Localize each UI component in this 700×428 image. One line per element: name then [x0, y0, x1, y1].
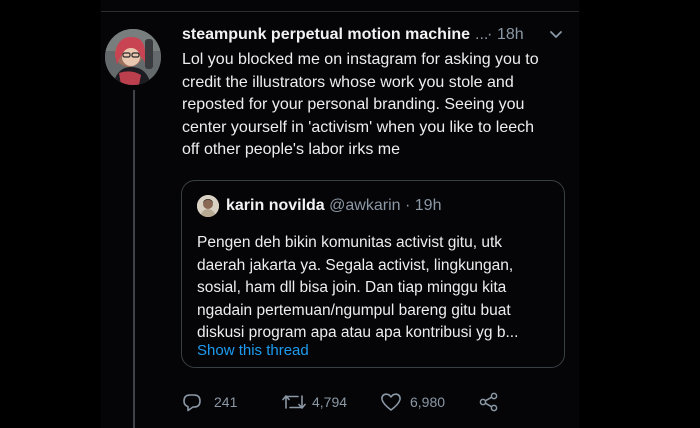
tweet-text-line: Lol you blocked me on instagram for aski… [182, 51, 539, 68]
quoted-tweet-timestamp: 19h [414, 197, 442, 214]
like-count: 6,980 [410, 394, 446, 410]
show-thread-link[interactable]: Show this thread [197, 341, 309, 361]
tweet-text-line: credit the illustrators whose work you s… [182, 73, 514, 91]
quoted-author-avatar[interactable] [197, 195, 219, 217]
avatar-illustrated-woman-icon [105, 29, 161, 85]
tweet-action-bar: 241 4,794 6,980 [182, 390, 512, 414]
retweet-button[interactable]: 4,794 [282, 390, 372, 414]
quoted-tweet-text: Pengen deh bikin komunitas activist gitu… [197, 232, 559, 345]
retweet-icon [282, 395, 306, 409]
quoted-tweet-header: karin novilda @awkarin · 19h [226, 195, 441, 217]
reply-icon [183, 394, 201, 412]
avatar-photo-icon [197, 195, 219, 217]
tweet-text-line: off other people's labor irks me [182, 141, 400, 158]
heart-icon [381, 393, 401, 411]
author-display-name[interactable]: steampunk perpetual motion machine [182, 24, 470, 46]
header-separator: · [487, 26, 493, 43]
quoted-text-line: sosial, ham dll bisa join. Dan tiap ming… [197, 279, 507, 296]
chevron-down-icon[interactable] [549, 30, 563, 40]
quoted-text-line: Pengen deh bikin komunitas activist gitu… [197, 234, 503, 251]
quoted-header-separator: · [404, 197, 411, 214]
author-avatar[interactable] [105, 29, 161, 85]
reply-count: 241 [214, 394, 238, 410]
quoted-author-display-name[interactable]: karin novilda [226, 197, 325, 214]
share-button[interactable] [478, 390, 502, 414]
quoted-text-line: daerah jakarta ya. Segala activist, ling… [197, 256, 514, 274]
tweet-header: steampunk perpetual motion machine ... ·… [182, 24, 572, 46]
quoted-tweet-card[interactable]: karin novilda @awkarin · 19h Pengen deh … [181, 180, 565, 368]
tweet-text: Lol you blocked me on instagram for aski… [182, 49, 574, 162]
retweet-count: 4,794 [312, 394, 348, 410]
top-divider [101, 11, 579, 12]
tweet-text-line: reposted for your personal branding. See… [182, 96, 525, 113]
share-icon [479, 392, 498, 412]
reply-button[interactable]: 241 [182, 390, 252, 414]
tweet-timestamp[interactable]: 18h [497, 24, 524, 46]
quoted-text-line: ngadain pertemuan/ngumpul bareng gitu bu… [197, 301, 511, 319]
like-button[interactable]: 6,980 [380, 390, 460, 414]
thread-line [133, 90, 135, 428]
quoted-author-handle: @awkarin [329, 197, 401, 214]
tweet-text-line: center yourself in 'activism' when you l… [182, 118, 535, 136]
